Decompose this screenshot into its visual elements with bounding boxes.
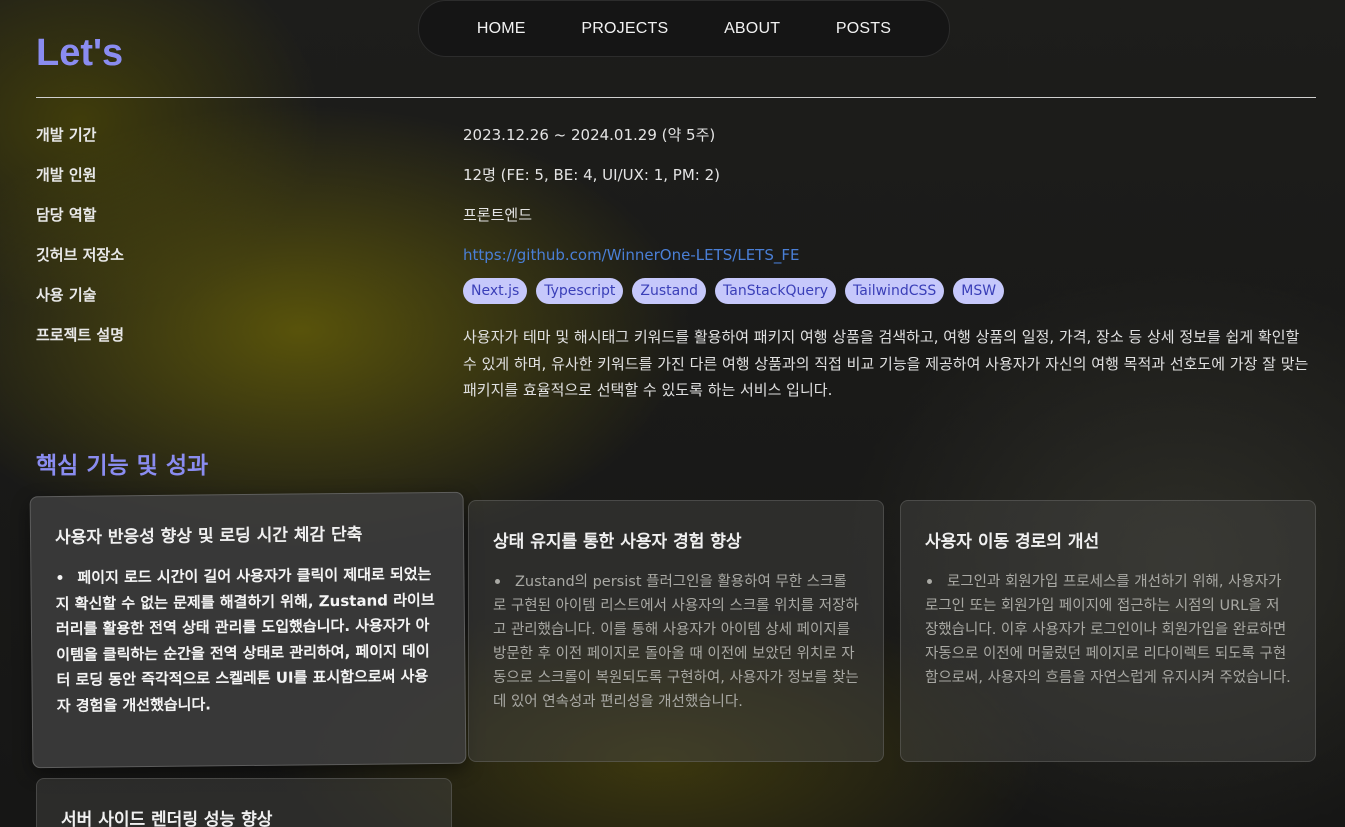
tag-typescript: Typescript [536,278,624,304]
feature-card-1[interactable]: 사용자 반응성 향상 및 로딩 시간 체감 단축 페이지 로드 시간이 길어 사… [29,491,467,769]
feature-card-title: 사용자 이동 경로의 개선 [925,532,1100,552]
tag-tanstackquery: TanStackQuery [715,278,837,304]
feature-card-title: 상태 유지를 통한 사용자 경험 향상 [493,532,742,552]
desc-label: 프로젝트 설명 [36,326,125,344]
repo-value-wrap: https://github.com/WinnerOne-LETS/LETS_F… [463,244,1316,266]
feature-card-title: 서버 사이드 렌더링 성능 향상 [61,810,273,827]
info-row-desc: 프로젝트 설명 사용자가 테마 및 해시태그 키워드를 활용하여 패키지 여행 … [36,324,1316,404]
info-row-team: 개발 인원 12명 (FE: 5, BE: 4, UI/UX: 1, PM: 2… [36,164,1316,204]
tag-msw: MSW [953,278,1005,304]
team-label: 개발 인원 [36,166,97,184]
feature-card-3[interactable]: 사용자 이동 경로의 개선 로그인과 회원가입 프로세스를 개선하기 위해, 사… [900,500,1316,762]
top-nav: HOME PROJECTS ABOUT POSTS [418,0,950,57]
feature-bullet: 로그인과 회원가입 프로세스를 개선하기 위해, 사용자가 로그인 또는 회원가… [925,570,1291,690]
feature-card-2[interactable]: 상태 유지를 통한 사용자 경험 향상 Zustand의 persist 플러그… [468,500,884,762]
team-value: 12명 (FE: 5, BE: 4, UI/UX: 1, PM: 2) [463,166,721,184]
stack-label: 사용 기술 [36,286,97,304]
nav-projects[interactable]: PROJECTS [581,20,668,38]
repo-label: 깃허브 저장소 [36,246,125,264]
tag-nextjs: Next.js [463,278,528,304]
nav-posts[interactable]: POSTS [836,20,891,38]
period-label: 개발 기간 [36,126,97,144]
info-row-stack: 사용 기술 Next.js Typescript Zustand TanStac… [36,278,1316,322]
role-label: 담당 역할 [36,206,97,224]
feature-list: Zustand의 persist 플러그인을 활용하여 무한 스크롤로 구현된 … [493,570,859,714]
role-value: 프론트엔드 [463,206,533,224]
nav-about[interactable]: ABOUT [724,20,780,38]
title-divider [36,97,1316,98]
feature-bullet: Zustand의 persist 플러그인을 활용하여 무한 스크롤로 구현된 … [493,570,859,714]
period-value: 2023.12.26 ~ 2024.01.29 (약 5주) [463,126,716,144]
info-row-period: 개발 기간 2023.12.26 ~ 2024.01.29 (약 5주) [36,124,1316,164]
tag-zustand: Zustand [632,278,707,304]
tag-tailwindcss: TailwindCSS [845,278,945,304]
feature-list: 로그인과 회원가입 프로세스를 개선하기 위해, 사용자가 로그인 또는 회원가… [925,570,1291,690]
desc-value: 사용자가 테마 및 해시태그 키워드를 활용하여 패키지 여행 상품을 검색하고… [463,328,1309,399]
feature-list: 페이지 로드 시간이 길어 사용자가 클릭이 제대로 되었는지 확신할 수 없는… [55,562,441,719]
info-row-role: 담당 역할 프론트엔드 [36,204,1316,244]
stack-tags: Next.js Typescript Zustand TanStackQuery… [463,278,1316,304]
nav-home[interactable]: HOME [477,20,526,38]
feature-card-4[interactable]: 서버 사이드 렌더링 성능 향상 [36,778,452,827]
feature-card-title: 사용자 반응성 향상 및 로딩 시간 체감 단축 [54,524,363,549]
page-title: Let's [36,32,124,74]
features-title: 핵심 기능 및 성과 [36,453,209,479]
project-info: 개발 기간 2023.12.26 ~ 2024.01.29 (약 5주) 개발 … [36,124,1316,404]
repo-link[interactable]: https://github.com/WinnerOne-LETS/LETS_F… [463,246,799,264]
feature-bullet: 페이지 로드 시간이 길어 사용자가 클릭이 제대로 되었는지 확신할 수 없는… [55,562,441,719]
